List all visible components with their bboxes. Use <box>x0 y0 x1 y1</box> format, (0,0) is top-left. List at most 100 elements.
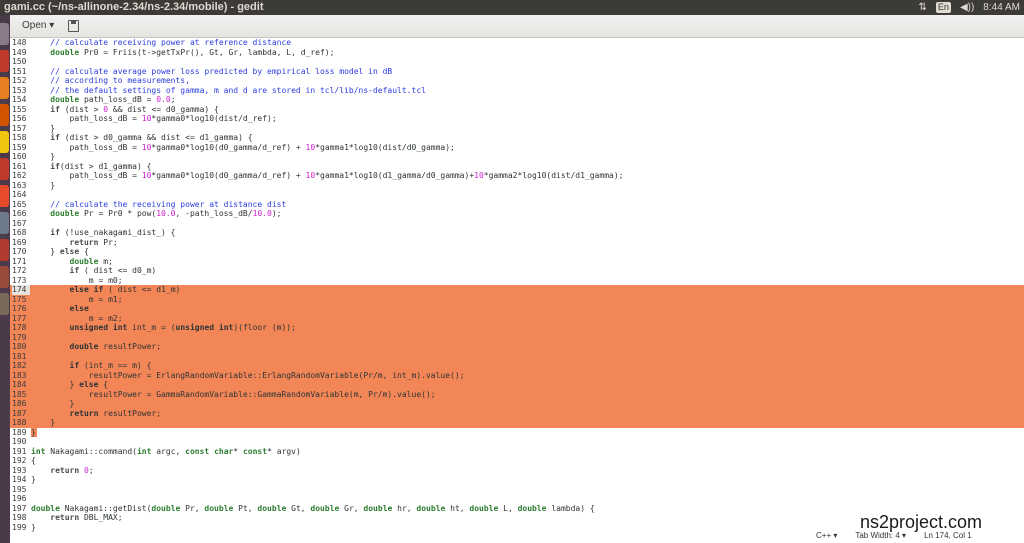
code-line[interactable]: 177 m = m2; <box>10 313 1024 323</box>
code-line[interactable]: 186 } <box>10 399 1024 409</box>
code-text: path_loss_dB = 10*gamma0*log10(d0_gamma/… <box>31 171 624 180</box>
launcher-app-icon[interactable] <box>0 293 9 315</box>
code-line[interactable]: 188 } <box>10 418 1024 428</box>
launcher-app-icon[interactable] <box>0 77 9 99</box>
code-text: double Nakagami::getDist(double Pr, doub… <box>31 503 595 513</box>
code-line[interactable]: 171 double m; <box>10 257 1024 267</box>
code-line[interactable]: 168 if (!use_nakagami_dist_) { <box>10 228 1024 238</box>
code-line[interactable]: 162 path_loss_dB = 10*gamma0*log10(d0_ga… <box>10 171 1024 181</box>
code-line[interactable]: 192 { <box>10 456 1024 466</box>
line-number: 192 <box>12 456 27 465</box>
keyboard-layout-indicator[interactable]: En <box>935 2 951 13</box>
code-text: // according to measurements, <box>50 76 190 85</box>
clock[interactable]: 8:44 AM <box>983 0 1020 15</box>
code-line[interactable]: 152 // according to measurements, <box>10 76 1024 86</box>
line-number: 179 <box>12 332 27 342</box>
code-line[interactable]: 189} <box>10 427 1024 437</box>
launcher-app-icon[interactable] <box>0 239 9 261</box>
code-line[interactable]: 163 } <box>10 181 1024 191</box>
code-editor[interactable]: 148 // calculate receiving power at refe… <box>10 38 1024 543</box>
line-number: 151 <box>12 66 27 76</box>
code-line[interactable]: 191 int Nakagami::command(int argc, const… <box>10 447 1024 457</box>
code-line[interactable]: 161 if(dist > d1_gamma) { <box>10 162 1024 172</box>
launcher-app-icon[interactable] <box>0 212 9 234</box>
code-line[interactable]: 150 <box>10 57 1024 67</box>
code-line[interactable]: 176 else <box>10 304 1024 314</box>
code-line[interactable]: 181 <box>10 351 1024 361</box>
code-line[interactable]: 183 resultPower = ErlangRandomVariable::… <box>10 370 1024 380</box>
code-text: resultPower = ErlangRandomVariable::Erla… <box>31 370 465 380</box>
line-number: 168 <box>12 228 27 237</box>
code-line[interactable]: 153 // the default settings of gamma, m … <box>10 86 1024 96</box>
line-number: 158 <box>12 133 27 142</box>
code-line[interactable]: 172 if ( dist <= d0_m) <box>10 266 1024 276</box>
line-number: 184 <box>12 380 27 389</box>
code-line[interactable]: 187 return resultPower; <box>10 408 1024 418</box>
code-text: if (dist > 0 && dist <= d0_gamma) { <box>50 104 219 114</box>
launcher-app-icon[interactable] <box>0 104 9 126</box>
launcher-app-icon[interactable] <box>0 131 9 153</box>
line-number: 167 <box>12 218 27 228</box>
code-line[interactable]: 173 m = m0; <box>10 276 1024 286</box>
launcher-app-icon[interactable] <box>0 266 9 288</box>
line-number: 174 <box>12 285 30 295</box>
code-line[interactable]: 174 else if ( dist <= d1_m) <box>10 285 1024 295</box>
launcher-app-icon[interactable] <box>0 158 9 180</box>
code-line[interactable]: 166 double Pr = Pr0 * pow(10.0, -path_lo… <box>10 209 1024 219</box>
code-text: return 0; <box>50 465 94 475</box>
code-line[interactable]: 180 double resultPower; <box>10 342 1024 352</box>
code-line[interactable]: 184 } else { <box>10 380 1024 390</box>
code-line[interactable]: 148 // calculate receiving power at refe… <box>10 38 1024 48</box>
launcher-app-icon[interactable] <box>0 50 9 72</box>
launcher-app-icon[interactable] <box>0 185 9 207</box>
code-text: // calculate receiving power at referenc… <box>50 38 292 47</box>
open-button[interactable]: Open ▾ <box>16 17 60 34</box>
code-line[interactable]: 156 path_loss_dB = 10*gamma0*log10(dist/… <box>10 114 1024 124</box>
line-number: 149 <box>12 47 27 57</box>
code-line[interactable]: 149 double Pr0 = Friis(t->getTxPr(), Gt,… <box>10 48 1024 58</box>
line-number: 165 <box>12 199 27 209</box>
code-line[interactable]: 190 <box>10 437 1024 447</box>
code-line[interactable]: 165 // calculate the receiving power at … <box>10 200 1024 210</box>
code-line[interactable]: 151 // calculate average power loss pred… <box>10 67 1024 77</box>
code-text: if ( dist <= d0_m) <box>69 266 157 275</box>
line-number: 176 <box>12 304 27 313</box>
code-line[interactable]: 194} <box>10 475 1024 485</box>
network-icon[interactable]: ⇅ <box>919 0 927 15</box>
code-line[interactable]: 182 if (int_m == m) { <box>10 361 1024 371</box>
code-line[interactable]: 185 resultPower = GammaRandomVariable::G… <box>10 389 1024 399</box>
code-line[interactable]: 170 } else { <box>10 247 1024 257</box>
line-number: 173 <box>12 275 27 285</box>
code-text: double resultPower; <box>69 342 162 351</box>
code-text: else <box>69 304 89 313</box>
code-line[interactable]: 175 m = m1; <box>10 294 1024 304</box>
code-line[interactable]: 154 double path_loss_dB = 0.0; <box>10 95 1024 105</box>
save-icon[interactable] <box>68 20 79 32</box>
line-number: 166 <box>12 209 27 218</box>
code-line[interactable]: 158 if (dist > d0_gamma && dist <= d1_ga… <box>10 133 1024 143</box>
code-text: } <box>31 399 75 408</box>
code-text: } <box>31 180 56 190</box>
line-number: 162 <box>12 171 27 180</box>
code-line[interactable]: 178 unsigned int int_m = (unsigned int)(… <box>10 323 1024 333</box>
code-text: double m; <box>69 256 113 266</box>
watermark: ns2project.com <box>860 512 983 532</box>
volume-icon[interactable]: ◀)) <box>960 0 974 15</box>
code-line[interactable]: 167 <box>10 219 1024 229</box>
language-selector[interactable]: C++ ▾ <box>816 529 837 543</box>
code-line[interactable]: 193 return 0; <box>10 466 1024 476</box>
code-line[interactable]: 159 path_loss_dB = 10*gamma0*log10(d0_ga… <box>10 143 1024 153</box>
launcher-app-icon[interactable] <box>0 23 9 45</box>
code-line[interactable]: 157 } <box>10 124 1024 134</box>
code-text: } <box>31 152 56 161</box>
code-text: else if ( dist <= d1_m) <box>69 285 181 294</box>
code-line[interactable]: 179 <box>10 332 1024 342</box>
line-number: 172 <box>12 266 27 275</box>
code-line[interactable]: 196 <box>10 494 1024 504</box>
code-line[interactable]: 164 <box>10 190 1024 200</box>
code-line[interactable]: 155 if (dist > 0 && dist <= d0_gamma) { <box>10 105 1024 115</box>
code-line[interactable]: 195 <box>10 485 1024 495</box>
code-line[interactable]: 160 } <box>10 152 1024 162</box>
line-number: 183 <box>12 370 27 380</box>
code-line[interactable]: 169 return Pr; <box>10 238 1024 248</box>
